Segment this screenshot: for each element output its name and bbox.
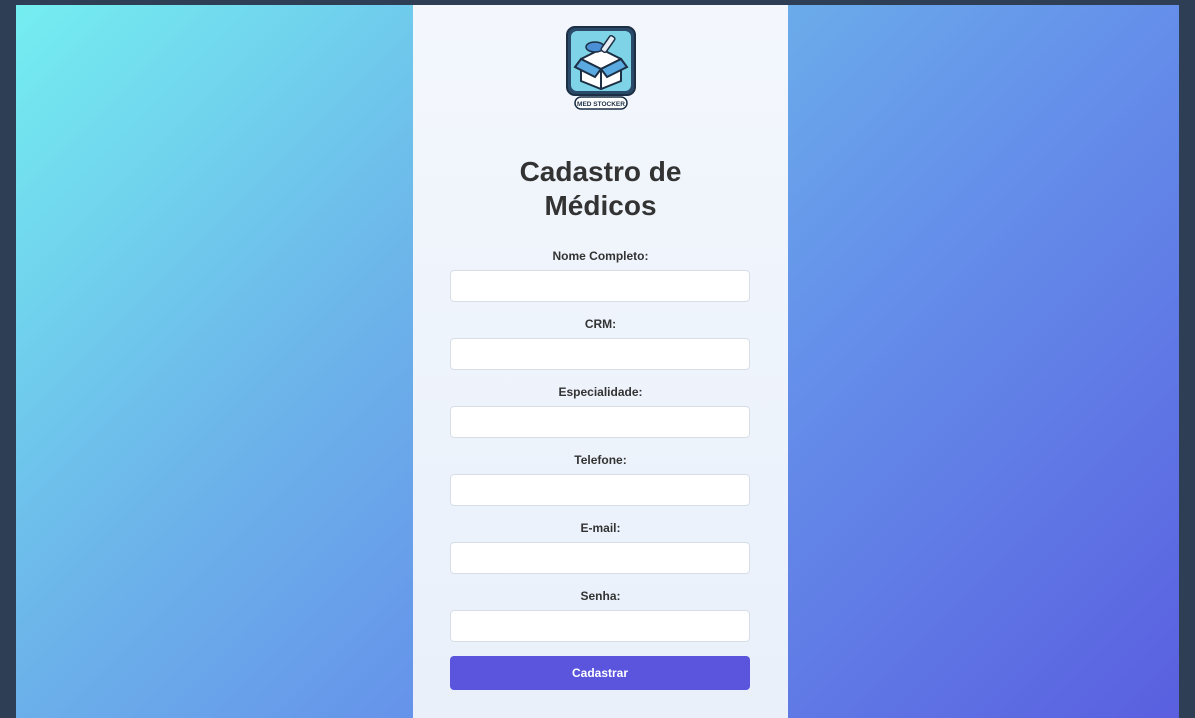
- specialty-input[interactable]: [450, 406, 750, 438]
- page-title-line1: Cadastro de: [519, 156, 682, 187]
- specialty-label: Especialidade:: [558, 385, 643, 399]
- password-input[interactable]: [450, 610, 750, 642]
- phone-label: Telefone:: [574, 453, 627, 467]
- password-label: Senha:: [580, 589, 621, 603]
- email-input[interactable]: [450, 542, 750, 574]
- email-label: E-mail:: [580, 521, 621, 535]
- logo-text: MED STOCKER: [577, 101, 625, 108]
- crm-label: CRM:: [584, 317, 617, 331]
- crm-input[interactable]: [450, 338, 750, 370]
- full-name-input[interactable]: [450, 270, 750, 302]
- med-stocker-logo: MED STOCKER: [566, 26, 636, 110]
- signup-card: MED STOCKER Cadastro de Médicos Nome Com…: [413, 5, 788, 718]
- page-title-line2: Médicos: [544, 190, 657, 221]
- full-name-label: Nome Completo:: [552, 249, 649, 263]
- page-title: Cadastro de Médicos: [413, 155, 788, 223]
- page-background: MED STOCKER Cadastro de Médicos Nome Com…: [16, 5, 1179, 718]
- phone-input[interactable]: [450, 474, 750, 506]
- register-button[interactable]: Cadastrar: [450, 656, 750, 690]
